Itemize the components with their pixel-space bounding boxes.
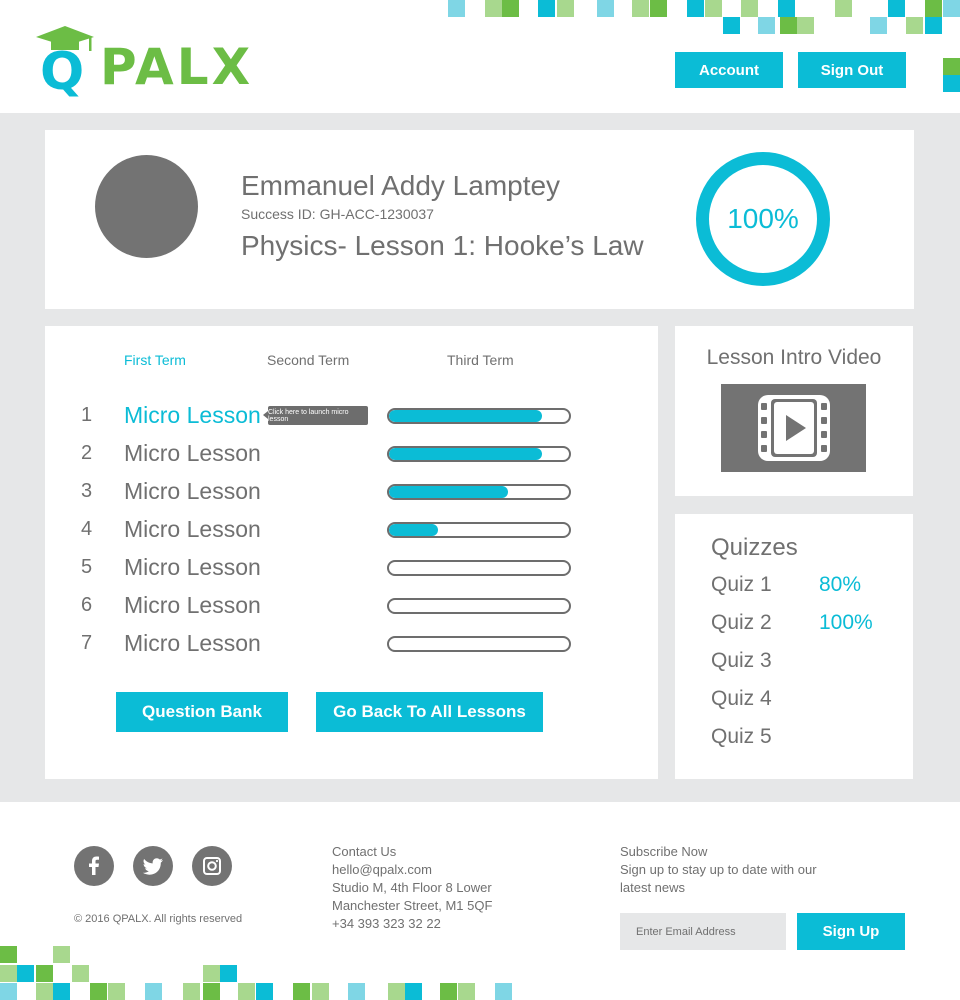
- quiz-link[interactable]: Quiz 3: [711, 649, 772, 673]
- contact-info: Contact Us hello@qpalx.com Studio M, 4th…: [332, 843, 492, 933]
- lesson-progress-bar: [387, 598, 571, 614]
- sign-up-button[interactable]: Sign Up: [797, 913, 905, 950]
- logo-q: Q: [40, 42, 85, 102]
- contact-address-line-2: Manchester Street, M1 5QF: [332, 898, 493, 913]
- lesson-intro-video-panel: Lesson Intro Video: [675, 326, 913, 496]
- tab-second-term[interactable]: Second Term: [267, 352, 349, 368]
- subscribe-info: Subscribe Now Sign up to stay up to date…: [620, 843, 817, 897]
- lesson-title: Physics- Lesson 1: Hooke’s Law: [241, 230, 644, 261]
- sign-out-button[interactable]: Sign Out: [798, 52, 906, 88]
- quiz-link[interactable]: Quiz 5: [711, 725, 772, 749]
- email-input[interactable]: [620, 913, 786, 950]
- lesson-progress-fill: [389, 410, 542, 422]
- logo-wordmark: PALX: [100, 38, 254, 96]
- success-id: Success ID: GH-ACC-1230037: [241, 206, 434, 222]
- micro-lesson-link[interactable]: Micro Lesson: [124, 478, 261, 505]
- contact-address-line-1: Studio M, 4th Floor 8 Lower: [332, 880, 492, 895]
- micro-lesson-link[interactable]: Micro Lesson: [124, 440, 261, 467]
- twitter-icon[interactable]: [133, 846, 173, 886]
- contact-email[interactable]: hello@qpalx.com: [332, 861, 492, 879]
- student-profile-panel: Emmanuel Addy Lamptey Success ID: GH-ACC…: [45, 130, 914, 309]
- lesson-progress-fill: [389, 486, 508, 498]
- quiz-score: 100%: [819, 611, 873, 634]
- subscribe-text-line-2: latest news: [620, 880, 686, 895]
- lesson-number: 3: [81, 480, 93, 502]
- video-thumbnail[interactable]: [721, 384, 866, 472]
- micro-lesson-link[interactable]: Micro Lesson: [124, 516, 261, 543]
- lesson-progress-bar: [387, 636, 571, 652]
- facebook-icon[interactable]: [74, 846, 114, 886]
- overall-progress-value: 100%: [727, 203, 799, 234]
- avatar: [95, 155, 198, 258]
- lesson-number: 5: [81, 556, 93, 578]
- instagram-icon[interactable]: [192, 846, 232, 886]
- question-bank-button[interactable]: Question Bank: [116, 692, 288, 732]
- micro-lesson-link[interactable]: Micro Lesson: [124, 630, 261, 657]
- subscribe-heading: Subscribe Now: [620, 844, 708, 859]
- quiz-link[interactable]: Quiz 4: [711, 687, 772, 711]
- lesson-number: 7: [81, 632, 93, 654]
- lesson-progress-bar: [387, 484, 571, 500]
- quizzes-panel: Quizzes Quiz 1 80% Quiz 2 100% Quiz 3 Quiz 4 Q…: [675, 514, 913, 779]
- overall-progress-ring: 100%: [696, 152, 830, 286]
- lesson-progress-bar: [387, 522, 571, 538]
- lesson-progress-fill: [389, 524, 438, 536]
- lesson-progress-bar: [387, 446, 571, 462]
- lesson-number: 1: [81, 404, 93, 426]
- tab-first-term[interactable]: First Term: [124, 352, 186, 368]
- quiz-score: 80%: [819, 573, 862, 596]
- lesson-number: 6: [81, 594, 93, 616]
- lesson-number: 4: [81, 518, 93, 540]
- copyright-text: © 2016 QPALX. All rights reserved: [74, 913, 243, 925]
- header: Q PALX Account Sign Out: [0, 0, 960, 113]
- micro-lesson-link[interactable]: Micro Lesson: [124, 402, 261, 429]
- tab-third-term[interactable]: Third Term: [447, 352, 514, 368]
- micro-lesson-link[interactable]: Micro Lesson: [124, 554, 261, 581]
- video-title: Lesson Intro Video: [706, 346, 882, 369]
- lesson-progress-bar: [387, 408, 571, 424]
- quiz-link[interactable]: Quiz 2: [711, 611, 772, 635]
- go-back-to-all-lessons-button[interactable]: Go Back To All Lessons: [316, 692, 543, 732]
- quiz-link[interactable]: Quiz 1: [711, 573, 772, 597]
- quizzes-title: Quizzes: [711, 534, 798, 561]
- contact-heading: Contact Us: [332, 844, 397, 859]
- video-play-icon[interactable]: [756, 393, 832, 463]
- contact-phone: +34 393 323 32 22: [332, 916, 441, 931]
- lesson-progress-fill: [389, 448, 542, 460]
- lesson-progress-bar: [387, 560, 571, 576]
- micro-lessons-panel: First Term Second Term Third Term 1 Micro…: [45, 326, 658, 779]
- student-name: Emmanuel Addy Lamptey: [241, 170, 561, 201]
- lesson-number: 2: [81, 442, 93, 464]
- qpalx-logo[interactable]: Q PALX: [34, 24, 274, 98]
- launch-lesson-tooltip: Click here to launch micro lesson: [263, 406, 368, 425]
- account-button[interactable]: Account: [675, 52, 783, 88]
- micro-lesson-link[interactable]: Micro Lesson: [124, 592, 261, 619]
- subscribe-text-line-1: Sign up to stay up to date with our: [620, 862, 817, 877]
